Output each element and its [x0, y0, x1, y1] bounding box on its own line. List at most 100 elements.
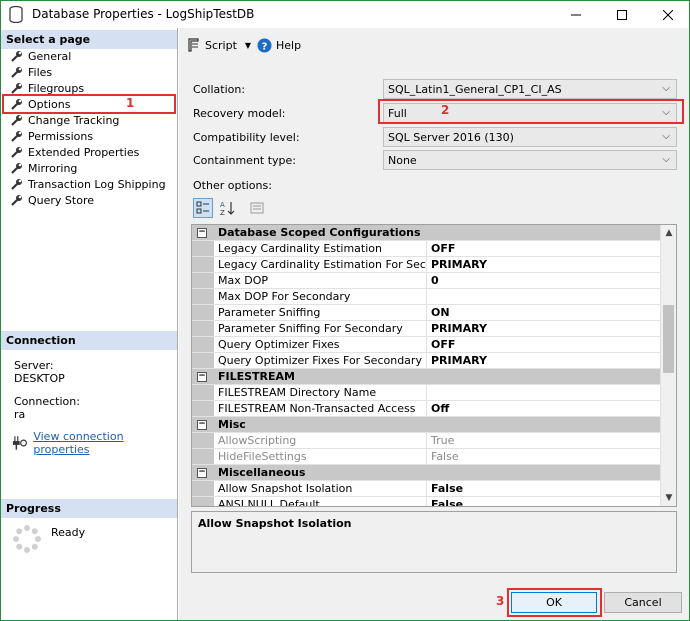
- containment-type-dropdown[interactable]: None ⌵: [383, 150, 677, 170]
- grid-rows: − Database Scoped Configurations Legacy Ca…: [192, 225, 661, 506]
- database-icon: [9, 6, 23, 23]
- page-item-label: Mirroring: [28, 161, 78, 175]
- row-gutter: [192, 241, 214, 256]
- page-item-change-tracking[interactable]: Change Tracking: [1, 112, 177, 128]
- page-item-options[interactable]: Options 1: [2, 94, 176, 114]
- page-item-permissions[interactable]: Permissions: [1, 128, 177, 144]
- property-name: ANSI NULL Default: [214, 497, 427, 506]
- connection-label: Connection:: [14, 395, 80, 408]
- grid-property-row[interactable]: Query Optimizer Fixes For Secondary PRIMA…: [192, 353, 661, 369]
- wrench-icon: [11, 67, 22, 78]
- page-item-label: Files: [28, 65, 53, 79]
- page-item-mirroring[interactable]: Mirroring: [1, 160, 177, 176]
- page-item-query-store[interactable]: Query Store: [1, 192, 177, 208]
- page-item-transaction-log-shipping[interactable]: Transaction Log Shipping: [1, 176, 177, 192]
- script-button[interactable]: Script ▼: [187, 38, 251, 52]
- property-value[interactable]: False: [427, 481, 661, 496]
- property-name: Parameter Sniffing: [214, 305, 427, 320]
- scroll-thumb[interactable]: [663, 305, 674, 373]
- property-name: FILESTREAM Non-Transacted Access: [214, 401, 427, 416]
- property-value[interactable]: [427, 289, 661, 304]
- compatibility-level-dropdown[interactable]: SQL Server 2016 (130) ⌵: [383, 127, 677, 147]
- wrench-icon: [11, 195, 22, 206]
- grid-property-row[interactable]: ANSI NULL Default False: [192, 497, 661, 506]
- page-item-extended-properties[interactable]: Extended Properties: [1, 144, 177, 160]
- collapse-icon[interactable]: −: [197, 228, 207, 238]
- grid-property-row[interactable]: Query Optimizer Fixes OFF: [192, 337, 661, 353]
- svg-text:A: A: [220, 201, 225, 209]
- minimize-button[interactable]: [553, 1, 599, 28]
- grid-scrollbar[interactable]: ▲ ▼: [660, 225, 676, 506]
- view-connection-properties-link[interactable]: View connection properties: [33, 430, 177, 456]
- grid-category-row[interactable]: − Miscellaneous: [192, 465, 661, 481]
- property-name: FILESTREAM: [218, 370, 295, 383]
- page-item-general[interactable]: General: [1, 48, 177, 64]
- property-pages-button[interactable]: [247, 198, 267, 218]
- annotation-1: 1: [126, 96, 135, 110]
- property-value[interactable]: 0: [427, 273, 661, 288]
- grid-property-row[interactable]: Max DOP For Secondary: [192, 289, 661, 305]
- grid-category-row[interactable]: − Misc: [192, 417, 661, 433]
- close-button[interactable]: [645, 1, 689, 28]
- property-value[interactable]: False: [427, 497, 661, 506]
- row-gutter: [192, 433, 214, 448]
- row-gutter: [192, 497, 214, 506]
- grid-category-row[interactable]: − Database Scoped Configurations: [192, 225, 661, 241]
- help-button[interactable]: ? Help: [257, 38, 301, 53]
- title-bar: Database Properties - LogShipTestDB: [1, 1, 689, 28]
- select-page-header: Select a page: [1, 30, 177, 49]
- property-value[interactable]: [427, 385, 661, 400]
- server-value: DESKTOP: [14, 372, 65, 385]
- grid-property-row[interactable]: FILESTREAM Directory Name: [192, 385, 661, 401]
- property-value[interactable]: Off: [427, 401, 661, 416]
- property-name: Legacy Cardinality Estimation For Second…: [214, 257, 427, 272]
- grid-property-row[interactable]: Max DOP 0: [192, 273, 661, 289]
- maximize-button[interactable]: [599, 1, 645, 28]
- close-icon: [663, 9, 673, 20]
- property-value[interactable]: PRIMARY: [427, 353, 661, 368]
- collapse-icon[interactable]: −: [197, 372, 207, 382]
- grid-property-row[interactable]: AllowScripting True: [192, 433, 661, 449]
- compatibility-level-value: SQL Server 2016 (130): [388, 131, 514, 144]
- property-value[interactable]: True: [427, 433, 661, 448]
- cancel-button[interactable]: Cancel: [604, 592, 682, 613]
- grid-property-row[interactable]: Allow Snapshot Isolation False: [192, 481, 661, 497]
- property-value[interactable]: OFF: [427, 241, 661, 256]
- property-name: Query Optimizer Fixes: [214, 337, 427, 352]
- property-pages-icon: [250, 202, 264, 214]
- property-value[interactable]: OFF: [427, 337, 661, 352]
- grid-property-row[interactable]: Parameter Sniffing For Secondary PRIMARY: [192, 321, 661, 337]
- page-item-filegroups[interactable]: Filegroups: [1, 80, 177, 96]
- collation-value: SQL_Latin1_General_CP1_CI_AS: [388, 83, 562, 96]
- wrench-icon: [11, 83, 22, 94]
- scroll-up-icon[interactable]: ▲: [661, 225, 676, 241]
- progress-spinner-icon: [13, 525, 41, 553]
- collapse-icon[interactable]: −: [197, 420, 207, 430]
- collation-dropdown[interactable]: SQL_Latin1_General_CP1_CI_AS ⌵: [383, 79, 677, 99]
- ok-button[interactable]: OK: [511, 592, 597, 613]
- property-value[interactable]: PRIMARY: [427, 321, 661, 336]
- categorized-button[interactable]: [193, 198, 213, 218]
- page-item-label: General: [28, 49, 72, 63]
- page-item-label: Transaction Log Shipping: [28, 177, 166, 191]
- grid-property-row[interactable]: FILESTREAM Non-Transacted Access Off: [192, 401, 661, 417]
- grid-property-row[interactable]: HideFileSettings False: [192, 449, 661, 465]
- scroll-down-icon[interactable]: ▼: [661, 490, 676, 506]
- options-property-grid[interactable]: − Database Scoped Configurations Legacy Ca…: [191, 224, 677, 507]
- alphabetical-button[interactable]: A Z: [217, 198, 237, 218]
- property-value[interactable]: False: [427, 449, 661, 464]
- wrench-icon: [11, 115, 22, 126]
- grid-property-row[interactable]: Legacy Cardinality Estimation OFF: [192, 241, 661, 257]
- property-value[interactable]: ON: [427, 305, 661, 320]
- row-gutter: [192, 273, 214, 288]
- grid-property-row[interactable]: Legacy Cardinality Estimation For Second…: [192, 257, 661, 273]
- collapse-icon[interactable]: −: [197, 468, 207, 478]
- property-name: Max DOP For Secondary: [214, 289, 427, 304]
- connection-header: Connection: [1, 331, 177, 350]
- script-icon: [188, 38, 199, 52]
- page-item-files[interactable]: Files: [1, 64, 177, 80]
- grid-toolbar: A Z: [193, 198, 267, 218]
- property-value[interactable]: PRIMARY: [427, 257, 661, 272]
- grid-property-row[interactable]: Parameter Sniffing ON: [192, 305, 661, 321]
- grid-category-row[interactable]: − FILESTREAM: [192, 369, 661, 385]
